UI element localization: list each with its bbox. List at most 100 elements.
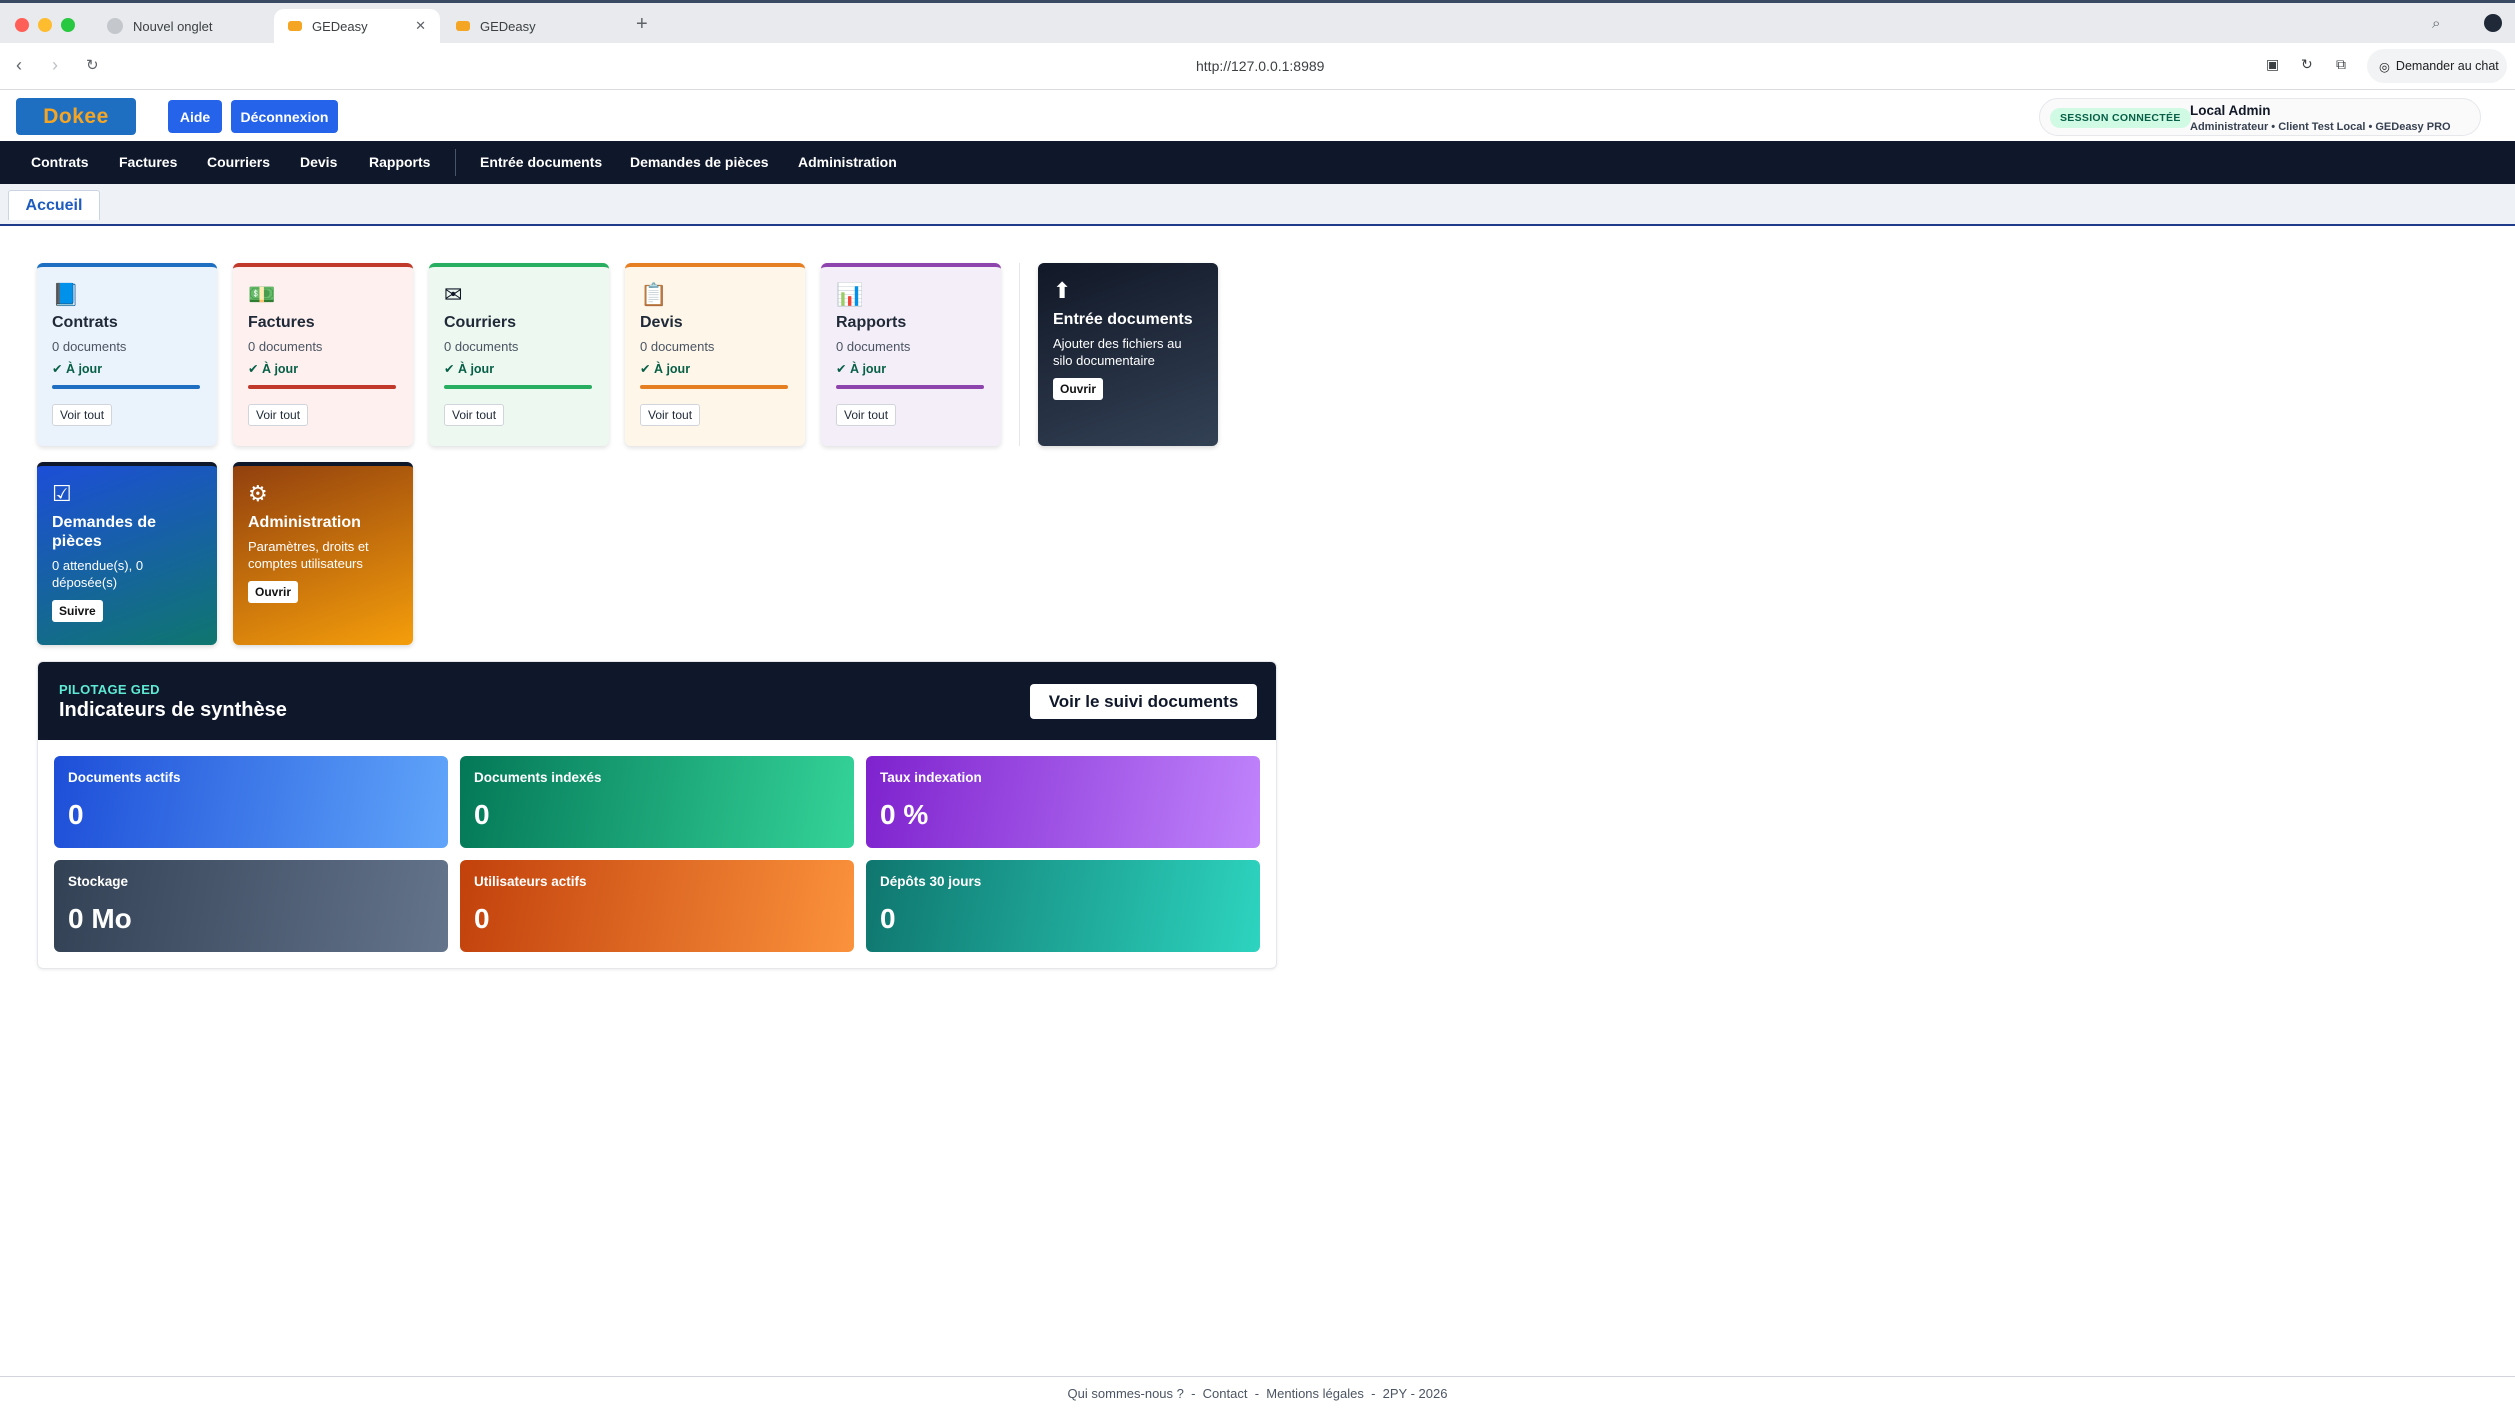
open-admin-button[interactable]: Ouvrir [248,581,299,603]
minimize-window-button[interactable] [38,18,52,32]
ask-chat-label: Demander au chat [2395,59,2499,73]
tile-count: 0 documents [836,339,911,354]
tile-title: Administration [248,514,361,531]
profile-avatar[interactable] [2484,14,2502,32]
globe-icon [107,18,123,34]
tile-progress-bar [444,385,592,389]
browser-tab-gedeasy[interactable]: GEDeasy [442,9,622,43]
browser-tab-title: GEDeasy [312,18,368,34]
view-all-button[interactable]: Voir tout [248,404,309,426]
synthesis-title: Indicateurs de synthèse [59,699,287,721]
tile-title: Devis [640,314,683,331]
address-bar: ‹ › ↻ http://127.0.0.1:8989 ▣ ↻ ⧉ ◎ Dema… [0,43,2515,90]
tile-progress-bar [248,385,396,389]
search-tabs-icon[interactable]: ⌕ [2432,15,2440,32]
nav-separator [455,149,456,176]
tile-courriers[interactable]: ✉ Courriers 0 documents ✔ À jour Voir to… [429,263,609,446]
gedeasy-favicon-icon [456,21,470,31]
kpi-value: 0 [474,903,490,934]
tiles-separator [1019,263,1020,446]
tile-title: Contrats [52,314,118,331]
tile-progress-bar [836,385,984,389]
kpi-value: 0 [68,799,84,830]
new-tab-icon[interactable]: + [636,13,648,36]
refresh-extension-icon[interactable]: ↻ [2301,56,2313,73]
sidebar-icon[interactable]: ⧉ [2336,56,2346,73]
view-all-button[interactable]: Voir tout [52,404,113,426]
follow-button[interactable]: Suivre [52,600,103,622]
gear-icon: ⚙ [248,481,268,506]
tile-status: ✔ À jour [248,362,299,376]
kpi-stockage: Stockage 0 Mo [54,860,448,952]
view-all-button[interactable]: Voir tout [444,404,505,426]
close-window-button[interactable] [15,18,29,32]
url-field[interactable]: http://127.0.0.1:8989 [1196,58,1324,74]
nav-factures[interactable]: Factures [119,154,177,170]
footer-link-legal[interactable]: Mentions légales [1266,1386,1364,1401]
browser-tab-new[interactable]: Nouvel onglet [93,9,273,43]
kpi-label: Dépôts 30 jours [880,874,982,889]
tile-contrats[interactable]: 📘 Contrats 0 documents ✔ À jour Voir tou… [37,263,217,446]
view-all-button[interactable]: Voir tout [836,404,897,426]
tile-status: ✔ À jour [836,362,887,376]
ask-chat-button[interactable]: ◎ Demander au chat [2367,49,2507,83]
tile-description: 0 attendue(s), 0 déposée(s) [52,558,144,590]
browser-tab-bar: Nouvel onglet GEDeasy ✕ GEDeasy + ⌕ [0,0,2515,43]
tile-title: Demandes de pièces [52,514,157,550]
close-tab-icon[interactable]: ✕ [415,18,426,34]
browser-tab-gedeasy-active[interactable]: GEDeasy ✕ [274,9,440,43]
reload-icon[interactable]: ↻ [86,56,99,74]
tile-rapports[interactable]: 📊 Rapports 0 documents ✔ À jour Voir tou… [821,263,1001,446]
synthesis-eyebrow: PILOTAGE GED [59,682,160,697]
nav-contrats[interactable]: Contrats [31,154,89,170]
tile-status: ✔ À jour [52,362,103,376]
tile-progress-bar [52,385,200,389]
user-meta: Administrateur • Client Test Local • GED… [2190,121,2451,133]
kpi-label: Documents actifs [68,770,181,785]
app-logo[interactable]: Dokee [16,98,136,135]
nav-demandes-de-pieces[interactable]: Demandes de pièces [630,154,769,170]
app-header: Dokee Aide Déconnexion SESSION CONNECTÉE… [0,90,2515,141]
view-document-tracking-button[interactable]: Voir le suivi documents [1030,684,1257,719]
kpi-label: Documents indexés [474,770,602,785]
nav-devis[interactable]: Devis [300,154,337,170]
session-info: SESSION CONNECTÉE Local Admin Administra… [2039,98,2481,136]
footer-link-about[interactable]: Qui sommes-nous ? [1068,1386,1184,1401]
extension-icon[interactable]: ▣ [2266,56,2279,73]
tile-demandes-de-pieces[interactable]: ☑ Demandes de pièces 0 attendue(s), 0 dé… [37,462,217,645]
footer-copyright: 2PY - 2026 [1382,1386,1448,1401]
tile-title: Entrée documents [1053,311,1193,328]
bar-chart-icon: 📊 [836,282,864,307]
nav-entree-documents[interactable]: Entrée documents [480,154,602,170]
maximize-window-button[interactable] [61,18,75,32]
tile-entree-documents[interactable]: ⬆ Entrée documents Ajouter des fichiers … [1038,263,1218,446]
tile-count: 0 documents [52,339,127,354]
tile-progress-bar [640,385,788,389]
forward-icon[interactable]: › [52,55,58,76]
open-upload-button[interactable]: Ouvrir [1053,378,1104,400]
nav-rapports[interactable]: Rapports [369,154,430,170]
kpi-value: 0 [474,799,490,830]
browser-tab-title: GEDeasy [480,18,536,34]
kpi-utilisateurs-actifs: Utilisateurs actifs 0 [460,860,854,952]
help-button[interactable]: Aide [168,100,222,133]
footer-separator: - [1367,1386,1383,1401]
nav-administration[interactable]: Administration [798,154,897,170]
tile-status: ✔ À jour [444,362,495,376]
tile-status: ✔ À jour [640,362,691,376]
synthesis-header: PILOTAGE GED Indicateurs de synthèse Voi… [38,662,1276,740]
session-status-badge: SESSION CONNECTÉE [2050,108,2191,128]
footer-link-contact[interactable]: Contact [1203,1386,1248,1401]
tile-devis[interactable]: 📋 Devis 0 documents ✔ À jour Voir tout [625,263,805,446]
tile-title: Courriers [444,314,517,331]
gedeasy-favicon-icon [288,21,302,31]
view-all-button[interactable]: Voir tout [640,404,701,426]
nav-courriers[interactable]: Courriers [207,154,270,170]
book-icon: 📘 [52,282,80,307]
tile-description: Ajouter des fichiers au silo documentair… [1053,336,1182,368]
tab-accueil[interactable]: Accueil [8,190,100,220]
tile-factures[interactable]: 💵 Factures 0 documents ✔ À jour Voir tou… [233,263,413,446]
tile-administration[interactable]: ⚙ Administration Paramètres, droits et c… [233,462,413,645]
back-icon[interactable]: ‹ [16,55,22,76]
logout-button[interactable]: Déconnexion [231,100,338,133]
